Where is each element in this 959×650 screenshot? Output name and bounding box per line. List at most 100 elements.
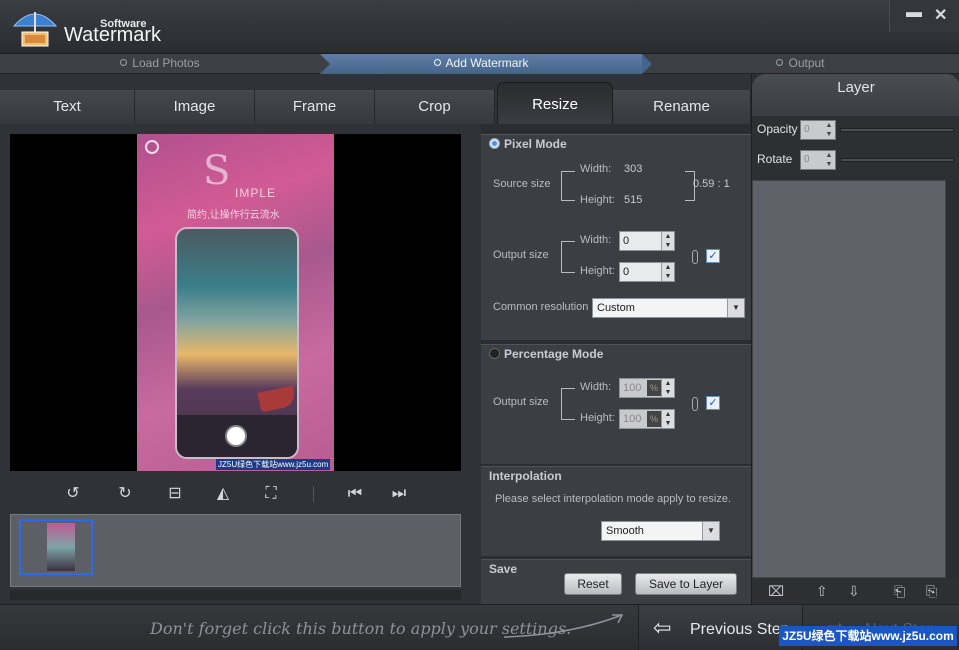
pixel-mode-panel: Pixel Mode Source size Width: 303 Height… [481, 134, 751, 340]
photo-title-rest: IMPLE [235, 186, 277, 200]
opacity-slider[interactable] [840, 128, 954, 132]
source-height-value: 515 [624, 194, 643, 206]
step-arrow [320, 54, 330, 74]
chevron-down-icon: ▼ [702, 522, 719, 540]
step-add-watermark[interactable]: Add Watermark [320, 54, 642, 74]
thumbnail-image [47, 523, 75, 571]
move-layer-down-icon[interactable]: ⇩ [848, 583, 860, 600]
pct-width-input[interactable]: 100% ▲ ▼ [619, 378, 675, 398]
layer-list-scrollbar[interactable] [946, 180, 959, 578]
delete-layer-icon[interactable]: ⌧ [768, 583, 784, 600]
image-preview[interactable]: S IMPLE 简约,让操作行云流水 JZ5U绿色下载站www.jz5u.com [10, 134, 461, 471]
pixel-mode-radio[interactable]: Pixel Mode [489, 137, 567, 151]
close-icon[interactable]: ✕ [934, 5, 947, 25]
step-load-photos[interactable]: Load Photos [0, 54, 320, 74]
move-layer-up-icon[interactable]: ⇧ [816, 583, 828, 600]
rotate-label: Rotate [757, 152, 793, 166]
source-size-label: Source size [493, 178, 551, 190]
interpolation-select[interactable]: Smooth ▼ [601, 521, 720, 541]
site-watermark-badge: JZ5U绿色下载站www.jz5u.com [779, 626, 957, 646]
percentage-mode-panel: Percentage Mode Output size Width: 100% ▲… [481, 344, 751, 464]
hint-arrow-icon [503, 614, 624, 638]
window-controls: ▬ ✕ [889, 0, 959, 32]
link-icon [692, 397, 698, 411]
thumbnail-selected[interactable] [19, 519, 93, 575]
opacity-label: Opacity [757, 122, 798, 136]
spinner-arrows-icon[interactable]: ▲ ▼ [661, 263, 674, 281]
resize-settings: Pixel Mode Source size Width: 303 Height… [481, 124, 751, 604]
layer-toolbar: ⌧ ⇧ ⇩ ⎗ ⎘ [752, 580, 959, 604]
pct-keep-ratio-checkbox[interactable]: ✓ [706, 396, 720, 410]
pct-width-label: Width: [580, 381, 612, 393]
spinner-arrows-icon[interactable]: ▲ ▼ [661, 379, 674, 397]
tool-tabs: Text Image Frame Crop Resize Rename [0, 74, 751, 124]
rotate-slider[interactable] [840, 158, 954, 162]
app-title: Watermark [64, 24, 162, 46]
spinner-arrows-icon[interactable]: ▲ ▼ [823, 151, 835, 169]
shutter-icon [225, 425, 247, 447]
wizard-steps: Load Photos Add Watermark Output [0, 54, 959, 74]
interpolation-description: Please select interpolation mode apply t… [495, 493, 732, 505]
next-image-icon[interactable]: ⏭ [386, 482, 412, 506]
layer-list[interactable] [752, 180, 946, 578]
previous-image-icon[interactable]: ⏮ [342, 482, 368, 506]
pct-output-bracket [561, 388, 575, 420]
tab-frame[interactable]: Frame [255, 90, 375, 124]
flip-vertical-icon[interactable]: ⊟ [162, 482, 188, 506]
reset-button[interactable]: Reset [564, 573, 622, 595]
rotate-input[interactable]: 0 ▲ ▼ [800, 150, 836, 170]
output-size-label: Output size [493, 249, 549, 261]
watermark-badge: JZ5U绿色下载站www.jz5u.com [216, 459, 331, 470]
export-layer-icon[interactable]: ⎗ [894, 583, 905, 600]
keep-ratio-checkbox[interactable]: ✓ [706, 249, 720, 263]
step-dot-icon [433, 59, 441, 67]
app-logo-icon [145, 140, 159, 154]
link-icon [692, 250, 698, 264]
percentage-mode-radio[interactable]: Percentage Mode [489, 347, 603, 361]
step-output[interactable]: Output [642, 54, 959, 74]
thumbnail-scrollbar[interactable] [10, 590, 461, 600]
tab-image[interactable]: Image [135, 90, 255, 124]
step-dot-icon [776, 59, 784, 67]
thumbnail-strip [10, 514, 461, 587]
radio-off-icon [489, 348, 500, 360]
radio-on-icon [489, 138, 500, 150]
photo-tagline: 简约,让操作行云流水 [187, 210, 280, 221]
source-width-label: Width: [580, 163, 612, 175]
rotate-left-90-icon[interactable]: ↺ [60, 482, 86, 506]
tab-crop[interactable]: Crop [375, 90, 495, 124]
layer-panel: Layer Opacity 0 ▲ ▼ Rotate 0 ▲ ▼ ⌧ ⇧ ⇩ ⎗ ⎘ [751, 74, 959, 604]
spinner-arrows-icon[interactable]: ▲ ▼ [661, 410, 674, 428]
preview-area: S IMPLE 简约,让操作行云流水 JZ5U绿色下载站www.jz5u.com… [0, 124, 481, 604]
common-resolution-select[interactable]: Custom ▼ [592, 298, 745, 318]
opacity-input[interactable]: 0 ▲ ▼ [800, 120, 836, 140]
percent-icon: % [647, 411, 661, 427]
output-width-input[interactable]: 0 ▲ ▼ [619, 231, 675, 251]
output-width-label: Width: [580, 234, 612, 246]
photo-title: S [203, 148, 231, 194]
umbrella-logo-icon [12, 6, 58, 48]
interpolation-panel: Interpolation Please select interpolatio… [481, 466, 751, 556]
source-height-label: Height: [580, 194, 615, 206]
tab-text[interactable]: Text [0, 90, 135, 124]
fit-to-window-icon[interactable]: ⛶ [258, 482, 284, 506]
spinner-arrows-icon[interactable]: ▲ ▼ [661, 232, 674, 250]
import-layer-icon[interactable]: ⎘ [926, 583, 937, 600]
output-height-input[interactable]: 0 ▲ ▼ [619, 262, 675, 282]
phone-mockup [175, 227, 299, 459]
pct-height-input[interactable]: 100% ▲ ▼ [619, 409, 675, 429]
percent-icon: % [647, 380, 661, 396]
tab-resize[interactable]: Resize [497, 82, 613, 124]
title-bar: Software Watermark ▬ ✕ [0, 0, 959, 54]
spinner-arrows-icon[interactable]: ▲ ▼ [823, 121, 835, 139]
save-to-layer-button[interactable]: Save to Layer [635, 573, 737, 595]
arrow-left-icon: ⇦ [653, 615, 672, 640]
chevron-down-icon: ▼ [727, 299, 744, 317]
minimize-icon[interactable]: ▬ [906, 4, 922, 22]
layer-title: Layer [752, 74, 959, 116]
interpolation-title: Interpolation [489, 469, 562, 483]
rotate-right-90-icon[interactable]: ↻ [112, 482, 138, 506]
tab-rename[interactable]: Rename [613, 90, 751, 124]
flip-horizontal-icon[interactable]: ◭ [210, 482, 236, 506]
boat [257, 385, 297, 413]
